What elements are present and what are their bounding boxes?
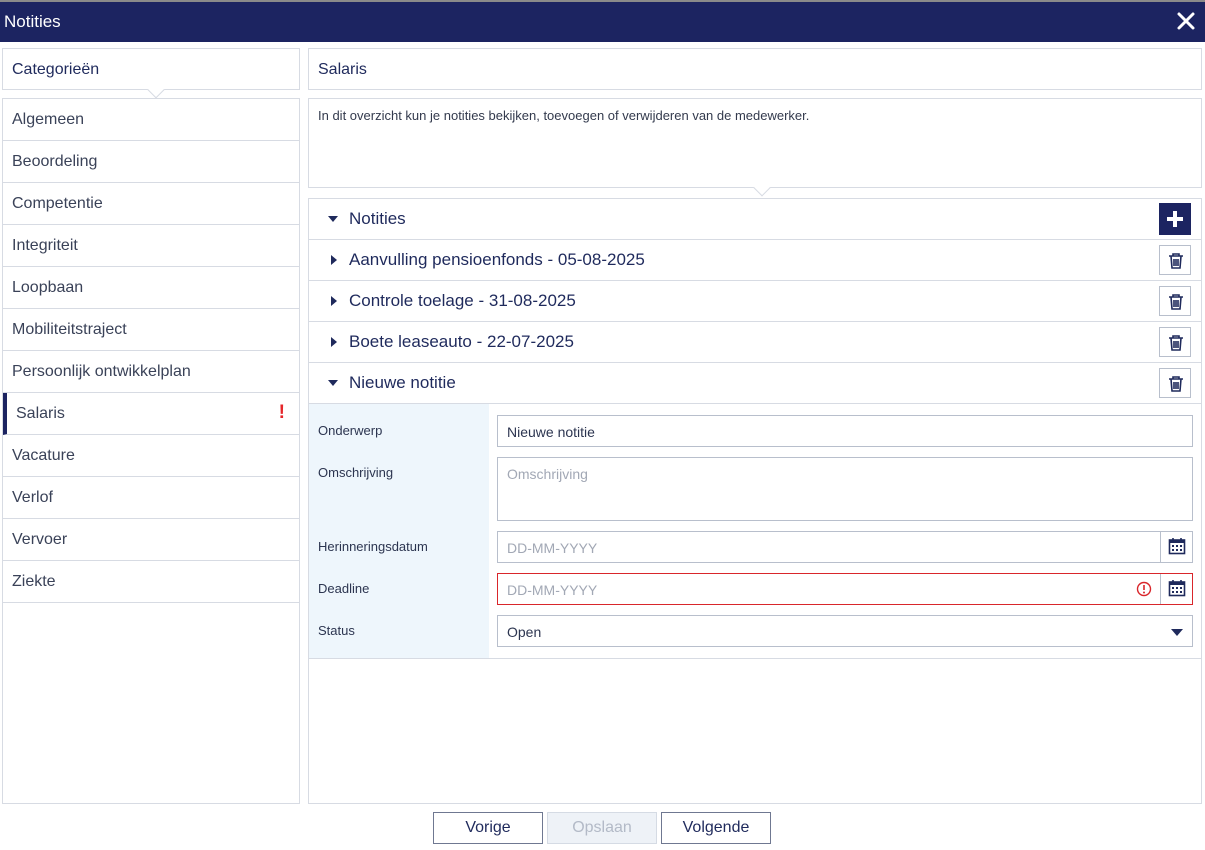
- note-title: Controle toelage - 31-08-2025: [349, 291, 576, 310]
- note-title: Nieuwe notitie: [349, 373, 456, 392]
- description-placeholder: Omschrijving: [507, 466, 588, 482]
- pointer-notch: [753, 179, 771, 197]
- reminder-calendar-button[interactable]: [1160, 532, 1192, 562]
- delete-note-button[interactable]: [1159, 327, 1191, 357]
- next-button[interactable]: Volgende: [661, 812, 771, 844]
- category-label: Verlof: [12, 489, 53, 506]
- category-item-verlof[interactable]: Verlof: [3, 477, 299, 519]
- trash-icon: [1169, 253, 1183, 269]
- pointer-notch: [147, 81, 165, 99]
- caret-right-icon: [331, 255, 337, 265]
- category-label: Algemeen: [12, 111, 85, 128]
- delete-note-button[interactable]: [1159, 245, 1191, 275]
- deadline-calendar-button[interactable]: [1160, 574, 1192, 604]
- note-item[interactable]: Controle toelage - 31-08-2025: [309, 281, 1201, 322]
- category-label: Persoonlijk ontwikkelplan: [12, 363, 191, 380]
- form-label-column: Onderwerp Omschrijving Herinneringsdatum…: [309, 404, 489, 658]
- category-item-algemeen[interactable]: Algemeen: [3, 99, 299, 141]
- note-item-expanded[interactable]: Nieuwe notitie: [309, 363, 1201, 404]
- category-item-competentie[interactable]: Competentie: [3, 183, 299, 225]
- category-item-vacature[interactable]: Vacature: [3, 435, 299, 477]
- category-label: Integriteit: [12, 237, 78, 254]
- category-item-ziekte[interactable]: Ziekte: [3, 561, 299, 603]
- previous-button[interactable]: Vorige: [433, 812, 543, 844]
- error-icon: [1136, 581, 1152, 597]
- delete-note-button[interactable]: [1159, 368, 1191, 398]
- category-item-persoonlijk-ontwikkelplan[interactable]: Persoonlijk ontwikkelplan: [3, 351, 299, 393]
- close-icon[interactable]: [1175, 10, 1197, 32]
- caret-right-icon: [331, 296, 337, 306]
- description-text: In dit overzicht kun je notities bekijke…: [318, 108, 810, 123]
- notes-panel: Notities Aanvulling pensioenfonds - 05-0…: [308, 198, 1202, 804]
- category-item-vervoer[interactable]: Vervoer: [3, 519, 299, 561]
- categories-title: Categorieën: [12, 61, 100, 78]
- note-title: Boete leaseauto - 22-07-2025: [349, 332, 574, 351]
- category-label: Vervoer: [12, 531, 68, 548]
- calendar-icon: [1168, 580, 1186, 597]
- category-item-loopbaan[interactable]: Loopbaan: [3, 267, 299, 309]
- warning-icon: !: [278, 402, 285, 423]
- note-title: Aanvulling pensioenfonds - 05-08-2025: [349, 250, 645, 269]
- category-label: Competentie: [12, 195, 103, 212]
- deadline-date-input[interactable]: DD-MM-YYYY: [497, 573, 1193, 605]
- note-form: Onderwerp Omschrijving Herinneringsdatum…: [309, 404, 1201, 659]
- section-description: In dit overzicht kun je notities bekijke…: [308, 98, 1202, 197]
- notes-title: Notities: [349, 209, 406, 228]
- category-item-integriteit[interactable]: Integriteit: [3, 225, 299, 267]
- categories-header: Categorieën: [2, 48, 300, 99]
- category-item-salaris[interactable]: Salaris !: [3, 393, 299, 435]
- caret-down-icon: [328, 216, 338, 222]
- delete-note-button[interactable]: [1159, 286, 1191, 316]
- category-label: Vacature: [12, 447, 75, 464]
- category-label: Salaris: [16, 405, 65, 422]
- trash-icon: [1169, 335, 1183, 351]
- add-note-button[interactable]: [1159, 203, 1191, 235]
- trash-icon: [1169, 376, 1183, 392]
- caret-right-icon: [331, 337, 337, 347]
- deadline-label: Deadline: [318, 581, 370, 596]
- subject-input[interactable]: Nieuwe notitie: [497, 415, 1193, 447]
- plus-icon: [1167, 211, 1183, 227]
- category-label: Loopbaan: [12, 279, 84, 296]
- calendar-icon: [1168, 538, 1186, 555]
- deadline-placeholder: DD-MM-YYYY: [507, 582, 598, 598]
- save-button[interactable]: Opslaan: [547, 812, 657, 844]
- subject-label: Onderwerp: [318, 423, 383, 438]
- note-item[interactable]: Aanvulling pensioenfonds - 05-08-2025: [309, 240, 1201, 281]
- category-item-mobiliteitstraject[interactable]: Mobiliteitstraject: [3, 309, 299, 351]
- status-label: Status: [318, 623, 355, 638]
- status-select[interactable]: Open: [497, 615, 1193, 647]
- section-header: Salaris: [308, 48, 1202, 90]
- notes-section-header[interactable]: Notities: [309, 199, 1201, 240]
- category-label: Beoordeling: [12, 153, 98, 170]
- category-label: Ziekte: [12, 573, 56, 590]
- status-value: Open: [507, 624, 542, 640]
- reminder-placeholder: DD-MM-YYYY: [507, 540, 598, 556]
- note-item[interactable]: Boete leaseauto - 22-07-2025: [309, 322, 1201, 363]
- description-textarea[interactable]: Omschrijving: [497, 457, 1193, 521]
- subject-value: Nieuwe notitie: [507, 424, 595, 440]
- category-item-beoordeling[interactable]: Beoordeling: [3, 141, 299, 183]
- window-title: Notities: [4, 12, 61, 31]
- reminder-label: Herinneringsdatum: [318, 539, 428, 554]
- chevron-down-icon[interactable]: [1170, 627, 1184, 637]
- caret-down-icon: [328, 380, 338, 386]
- category-label: Mobiliteitstraject: [12, 321, 127, 338]
- description-label: Omschrijving: [318, 465, 394, 480]
- section-title: Salaris: [318, 61, 367, 78]
- reminder-date-input[interactable]: DD-MM-YYYY: [497, 531, 1193, 563]
- trash-icon: [1169, 294, 1183, 310]
- category-list: Algemeen Beoordeling Competentie Integri…: [2, 98, 300, 804]
- window-titlebar: Notities: [0, 0, 1205, 42]
